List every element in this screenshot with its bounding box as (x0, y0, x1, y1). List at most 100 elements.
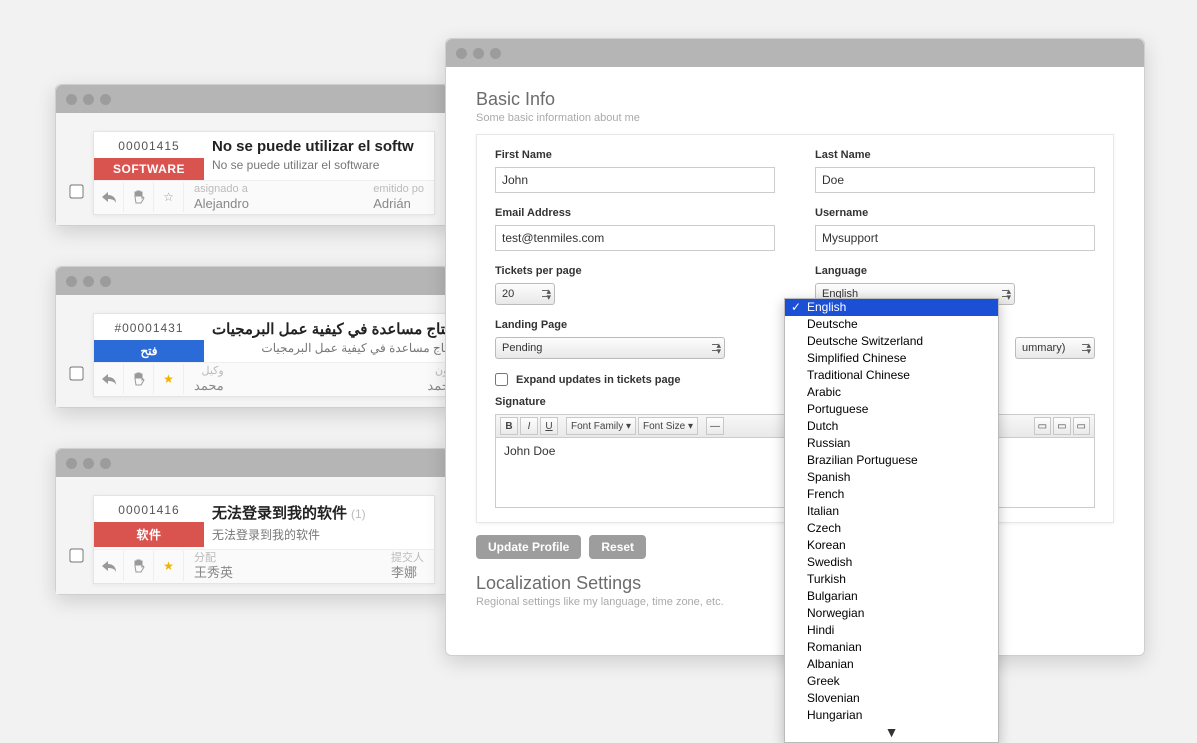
window-dot[interactable] (100, 276, 111, 287)
language-option[interactable]: Korean (785, 537, 998, 554)
bold-button[interactable]: B (500, 417, 518, 435)
ticket-checkbox[interactable] (69, 366, 83, 380)
ticket-main[interactable]: 00001416 软件 无法登录到我的软件(1) 无法登录到我的软件 (93, 495, 435, 584)
font-family-value: Font Family (571, 421, 623, 432)
toolbar-button[interactable]: ▭ (1053, 417, 1070, 435)
ticket-action-bar: ☆ asignado a Alejandro emitido po Adrián (94, 180, 434, 214)
ticket-subtitle: تحتاج مساعدة في كيفية عمل البرمجيات (212, 341, 459, 355)
hand-icon[interactable] (124, 551, 154, 581)
language-option[interactable]: French (785, 486, 998, 503)
ticket-window: 00001415 SOFTWARE No se puede utilizar e… (55, 84, 450, 226)
window-dot[interactable] (490, 48, 501, 59)
language-option[interactable]: Romanian (785, 639, 998, 656)
language-option[interactable]: Simplified Chinese (785, 350, 998, 367)
summary-value: ummary) (1022, 342, 1065, 354)
hand-icon[interactable] (124, 182, 154, 212)
language-option[interactable]: Turkish (785, 571, 998, 588)
ticket-main[interactable]: 00001415 SOFTWARE No se puede utilizar e… (93, 131, 435, 215)
window-dot[interactable] (66, 458, 77, 469)
reply-icon[interactable] (94, 364, 124, 394)
toolbar-button[interactable]: ▭ (1034, 417, 1051, 435)
summary-select[interactable]: ummary) ▴▾ (1015, 337, 1095, 359)
window-dot[interactable] (83, 276, 94, 287)
language-option[interactable]: English (785, 299, 998, 316)
language-option[interactable]: Slovenian (785, 690, 998, 707)
chevron-down-icon: ▾ (626, 421, 631, 432)
language-option[interactable]: Hungarian (785, 707, 998, 724)
language-option[interactable]: Russian (785, 435, 998, 452)
language-option[interactable]: Dutch (785, 418, 998, 435)
ticket-tag: فتح (94, 340, 204, 362)
reply-icon[interactable] (94, 551, 124, 581)
language-more-icon[interactable]: ▼ (785, 724, 998, 742)
assigned-meta: وكيل محمد (184, 363, 234, 396)
ticket-title: No se puede utilizar el softw (212, 138, 426, 155)
language-option[interactable]: Bulgarian (785, 588, 998, 605)
language-option[interactable]: Portuguese (785, 401, 998, 418)
language-option[interactable]: Hindi (785, 622, 998, 639)
titlebar (56, 267, 449, 295)
window-dot[interactable] (66, 94, 77, 105)
first-name-input[interactable] (495, 167, 775, 193)
star-icon[interactable]: ★ (154, 364, 184, 394)
star-icon[interactable]: ☆ (154, 182, 184, 212)
language-option[interactable]: Norwegian (785, 605, 998, 622)
tickets-per-page-value: 20 (502, 288, 514, 300)
language-option[interactable]: Czech (785, 520, 998, 537)
ticket-window: #00001431 فتح تحتاج مساعدة في كيفية عمل … (55, 266, 450, 408)
window-dot[interactable] (83, 94, 94, 105)
language-option[interactable]: Deutsche (785, 316, 998, 333)
ticket-title: تحتاج مساعدة في كيفية عمل البرمجيات (212, 320, 459, 338)
update-profile-button[interactable]: Update Profile (476, 535, 581, 559)
window-dot[interactable] (100, 94, 111, 105)
language-option[interactable]: Traditional Chinese (785, 367, 998, 384)
tickets-per-page-select[interactable]: 20 ▴▾ (495, 283, 555, 305)
section-title: Basic Info (476, 89, 1114, 110)
assigned-meta: asignado a Alejandro (184, 181, 259, 214)
reset-button[interactable]: Reset (589, 535, 646, 559)
issued-meta: emitido po Adrián (363, 181, 434, 214)
toolbar-button[interactable]: — (706, 417, 724, 435)
language-option[interactable]: Arabic (785, 384, 998, 401)
language-option[interactable]: Italian (785, 503, 998, 520)
expand-updates-checkbox[interactable] (495, 373, 508, 386)
hand-icon[interactable] (124, 364, 154, 394)
underline-button[interactable]: U (540, 417, 558, 435)
username-input[interactable] (815, 225, 1095, 251)
expand-updates-label: Expand updates in tickets page (516, 374, 680, 386)
titlebar (56, 85, 449, 113)
tickets-per-page-label: Tickets per page (495, 265, 775, 277)
ticket-id: 00001415 (94, 132, 204, 158)
ticket-main[interactable]: #00001431 فتح تحتاج مساعدة في كيفية عمل … (93, 313, 468, 397)
ticket-checkbox[interactable] (69, 184, 83, 198)
window-dot[interactable] (100, 458, 111, 469)
landing-page-select[interactable]: Pending ▴▾ (495, 337, 725, 359)
language-option[interactable]: Spanish (785, 469, 998, 486)
username-label: Username (815, 207, 1095, 219)
language-option[interactable]: Swedish (785, 554, 998, 571)
star-icon[interactable]: ★ (154, 551, 184, 581)
language-option[interactable]: Albanian (785, 656, 998, 673)
ticket-action-bar: ★ وكيل محمد زبون محمد (94, 362, 467, 396)
font-family-select[interactable]: Font Family ▾ (566, 417, 636, 435)
window-dot[interactable] (456, 48, 467, 59)
language-option[interactable]: Deutsche Switzerland (785, 333, 998, 350)
italic-button[interactable]: I (520, 417, 538, 435)
assigned-meta: 分配 王秀英 (184, 550, 243, 583)
toolbar-button[interactable]: ▭ (1073, 417, 1090, 435)
font-size-value: Font Size (643, 421, 685, 432)
last-name-input[interactable] (815, 167, 1095, 193)
language-dropdown-menu[interactable]: EnglishDeutscheDeutsche SwitzerlandSimpl… (784, 298, 999, 743)
email-input[interactable] (495, 225, 775, 251)
language-option[interactable]: Brazilian Portuguese (785, 452, 998, 469)
reply-icon[interactable] (94, 182, 124, 212)
first-name-label: First Name (495, 149, 775, 161)
ticket-body: 00001415 SOFTWARE No se puede utilizar e… (56, 113, 449, 225)
window-dot[interactable] (473, 48, 484, 59)
window-dot[interactable] (66, 276, 77, 287)
language-label: Language (815, 265, 1095, 277)
language-option[interactable]: Greek (785, 673, 998, 690)
font-size-select[interactable]: Font Size ▾ (638, 417, 698, 435)
window-dot[interactable] (83, 458, 94, 469)
ticket-checkbox[interactable] (69, 548, 83, 562)
